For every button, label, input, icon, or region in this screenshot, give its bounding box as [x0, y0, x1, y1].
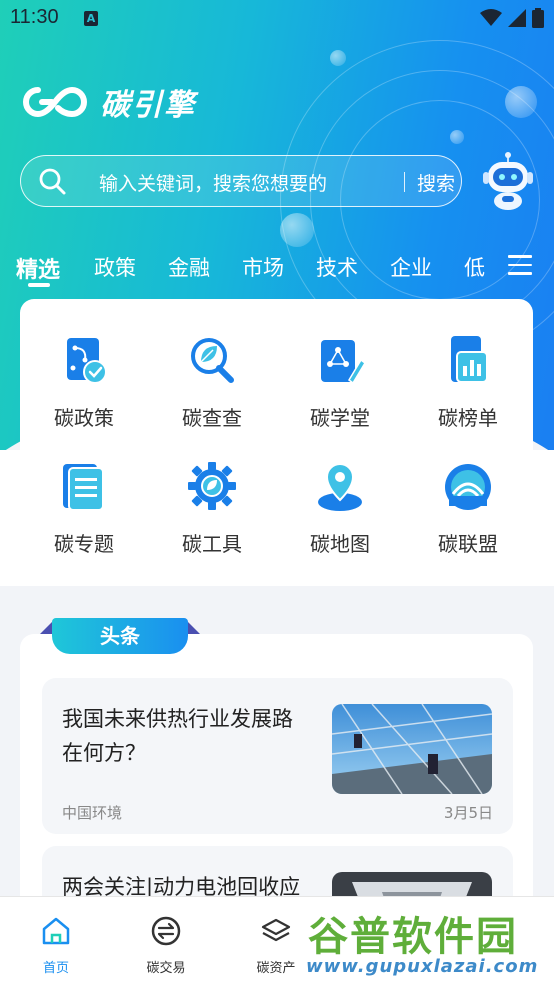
- search-bar[interactable]: 输入关键词，搜索您想要的 搜索: [20, 155, 462, 207]
- quick-link-label: 碳查查: [182, 406, 242, 430]
- tool-gear-icon: [188, 462, 236, 510]
- alliance-icon: [445, 464, 491, 510]
- tab-menu-icon[interactable]: [508, 255, 532, 277]
- nav-label: 首页: [42, 961, 69, 976]
- headlines-card: 我国未来供热行业发展路在何方？ 中国环境 3月5日 两会关注|动力电池回收应避免…: [20, 634, 533, 934]
- topic-icon: [63, 464, 104, 511]
- category-tabs: 精选 政策 金融 市场 技术 企业 低: [0, 250, 554, 294]
- quick-link-map[interactable]: 碳地图: [276, 460, 404, 557]
- tab-low-carbon[interactable]: 低: [464, 252, 485, 282]
- quick-link-lookup[interactable]: 碳查查: [148, 334, 276, 431]
- nav-home[interactable]: 首页: [16, 915, 96, 976]
- news-source: 中国环境: [62, 804, 123, 822]
- quick-link-label: 碳学堂: [310, 406, 370, 430]
- watermark-logo: 谷普软件园 www.gupuxlazai.com: [302, 896, 554, 984]
- infinity-logo-icon: [23, 86, 87, 118]
- quick-link-label: 碳联盟: [438, 532, 498, 556]
- status-time: 11:30: [10, 6, 59, 28]
- news-thumbnail: [332, 704, 492, 794]
- news-date: 3月5日: [443, 804, 493, 822]
- exchange-icon: [151, 916, 181, 946]
- tab-active-indicator: [28, 283, 50, 287]
- quick-link-label: 碳政策: [54, 406, 114, 430]
- classroom-icon: [321, 340, 366, 385]
- quick-link-label: 碳地图: [310, 532, 370, 556]
- quick-link-label: 碳榜单: [438, 406, 498, 430]
- status-bar: 11:30 A: [0, 0, 554, 38]
- news-item[interactable]: 我国未来供热行业发展路在何方？ 中国环境 3月5日: [42, 678, 513, 834]
- watermark-url: www.gupuxlazai.com: [305, 956, 539, 978]
- quick-link-alliance[interactable]: 碳联盟: [404, 460, 532, 557]
- system-icons: [480, 8, 544, 28]
- quick-link-label: 碳专题: [54, 532, 114, 556]
- search-divider: [404, 172, 405, 192]
- search-leaf-icon: [191, 338, 234, 383]
- map-pin-icon: [318, 462, 362, 511]
- quick-link-ranking[interactable]: 碳榜单: [404, 334, 532, 431]
- signal-icon: [508, 9, 526, 27]
- tab-featured[interactable]: 精选: [16, 252, 60, 284]
- quick-link-classroom[interactable]: 碳学堂: [276, 334, 404, 431]
- tab-technology[interactable]: 技术: [316, 252, 358, 282]
- headline-tag-label: 头条: [52, 618, 188, 654]
- layers-icon: [261, 918, 291, 942]
- watermark-title: 谷普软件园: [307, 913, 518, 961]
- policy-icon: [67, 338, 107, 384]
- brand-name: 碳引擎: [100, 88, 196, 123]
- quick-link-tools[interactable]: 碳工具: [148, 460, 276, 557]
- quick-link-policy[interactable]: 碳政策: [20, 334, 148, 431]
- notification-badge-icon: A: [84, 11, 98, 26]
- headline-tag: 头条: [40, 618, 200, 654]
- search-button[interactable]: 搜索: [417, 169, 455, 196]
- tab-market[interactable]: 市场: [242, 252, 284, 282]
- tab-policy[interactable]: 政策: [94, 252, 136, 282]
- wifi-icon: [480, 9, 502, 26]
- search-icon: [39, 168, 66, 195]
- nav-trading[interactable]: 碳交易: [126, 915, 206, 976]
- app-logo: 碳引擎: [20, 80, 196, 124]
- search-input[interactable]: 输入关键词，搜索您想要的: [99, 169, 327, 196]
- quick-link-label: 碳工具: [182, 532, 242, 556]
- ranking-icon: [451, 336, 488, 383]
- assistant-robot-icon[interactable]: [482, 152, 534, 210]
- battery-icon: [532, 8, 544, 28]
- tab-finance[interactable]: 金融: [168, 252, 210, 282]
- nav-label: 碳交易: [146, 961, 186, 976]
- tab-enterprise[interactable]: 企业: [390, 252, 432, 282]
- news-title: 我国未来供热行业发展路在何方？: [62, 707, 293, 765]
- home-icon: [42, 917, 70, 945]
- quick-link-topic[interactable]: 碳专题: [20, 460, 148, 557]
